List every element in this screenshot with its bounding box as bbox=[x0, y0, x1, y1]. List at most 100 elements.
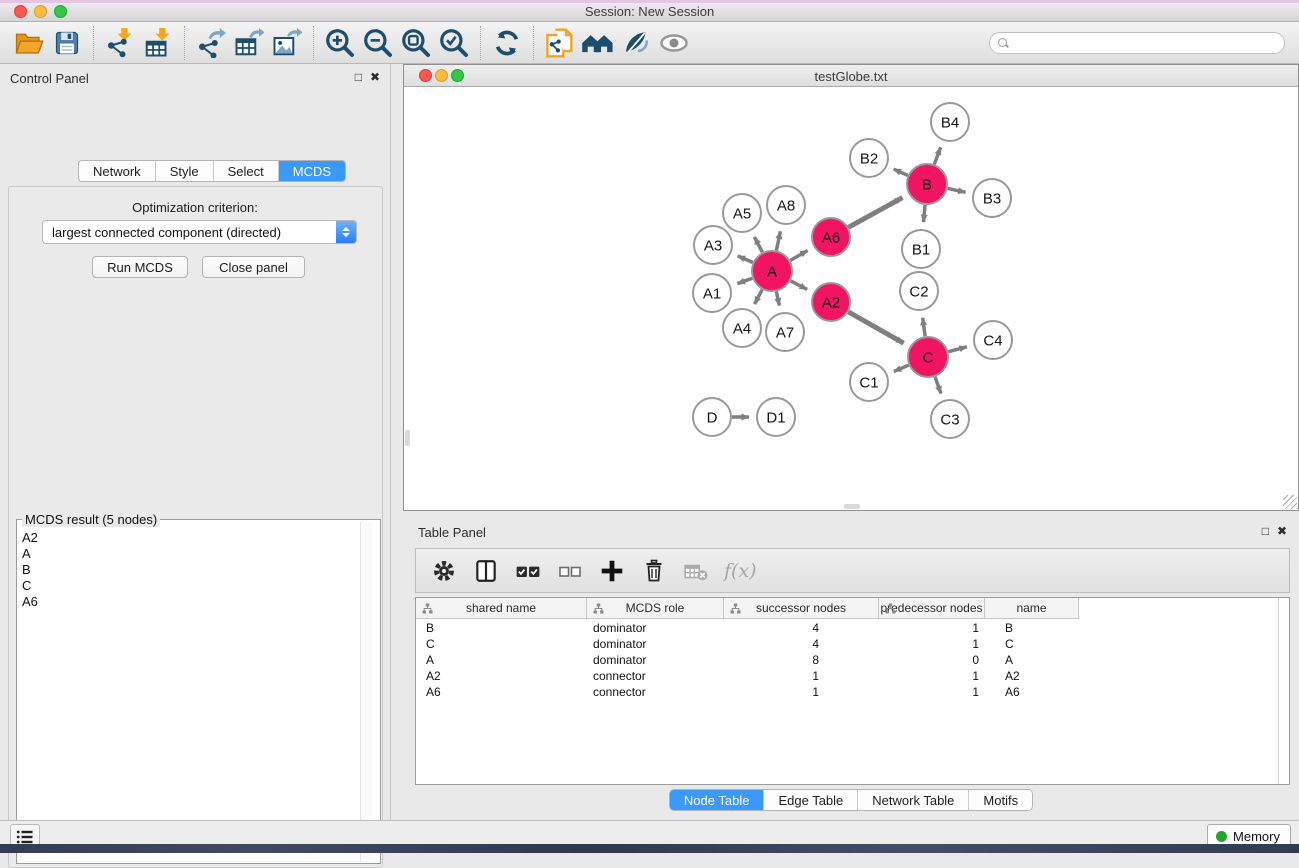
tab-mcds[interactable]: MCDS bbox=[278, 161, 345, 181]
mcds-result-item[interactable]: B bbox=[22, 562, 38, 578]
clone-network-icon[interactable] bbox=[541, 25, 579, 61]
select-all-icon[interactable] bbox=[514, 556, 542, 586]
resize-grip-icon[interactable] bbox=[1283, 495, 1297, 509]
graph-edge-A-A1[interactable] bbox=[737, 278, 752, 283]
search-field[interactable] bbox=[989, 32, 1285, 54]
graph-edge-A-A2[interactable] bbox=[791, 281, 808, 290]
graph-node-C4[interactable]: C4 bbox=[974, 321, 1012, 359]
tab-network[interactable]: Network bbox=[79, 161, 155, 181]
tab-style[interactable]: Style bbox=[155, 161, 213, 181]
table-row[interactable]: A6connector11A6 bbox=[416, 684, 1289, 700]
import-network-icon[interactable] bbox=[101, 25, 139, 61]
graph-node-B4[interactable]: B4 bbox=[931, 103, 969, 141]
graph-node-A7[interactable]: A7 bbox=[766, 313, 804, 351]
import-table-icon[interactable] bbox=[139, 25, 177, 61]
add-column-icon[interactable] bbox=[598, 556, 626, 586]
close-panel-icon[interactable]: ✖ bbox=[370, 70, 380, 84]
column-header-successor-nodes[interactable]: successor nodes bbox=[724, 598, 879, 619]
graph-node-A1[interactable]: A1 bbox=[693, 274, 731, 312]
graph-edge-A-A3[interactable] bbox=[738, 256, 753, 263]
graph-node-A6[interactable]: A6 bbox=[812, 218, 850, 256]
column-header-predecessor-nodes[interactable]: predecessor nodes bbox=[879, 598, 985, 619]
mcds-result-item[interactable]: C bbox=[22, 578, 38, 594]
export-table-icon[interactable] bbox=[230, 25, 268, 61]
graph-node-A4[interactable]: A4 bbox=[723, 309, 761, 347]
graph-edge-A-A4[interactable] bbox=[755, 290, 763, 305]
graph-edge-B-B4[interactable] bbox=[934, 147, 940, 164]
search-input[interactable] bbox=[1012, 34, 1284, 52]
column-header-shared-name[interactable]: shared name bbox=[416, 598, 587, 619]
graph-edge-B-B1[interactable] bbox=[923, 205, 925, 222]
table-row[interactable]: A2connector11A2 bbox=[416, 668, 1289, 684]
mcds-result-item[interactable]: A bbox=[22, 546, 38, 562]
criterion-dropdown[interactable]: largest connected component (directed) bbox=[42, 220, 357, 244]
graph-edge-A2-C[interactable] bbox=[848, 312, 903, 343]
graph-node-C[interactable]: C bbox=[908, 337, 948, 377]
export-image-icon[interactable] bbox=[268, 25, 306, 61]
home-icon[interactable] bbox=[579, 25, 617, 61]
delete-column-icon[interactable] bbox=[640, 556, 668, 586]
float-panel-icon[interactable]: □ bbox=[1262, 524, 1269, 538]
mcds-result-item[interactable]: A2 bbox=[22, 530, 38, 546]
table-vscroll-track[interactable] bbox=[1278, 598, 1279, 784]
column-header-MCDS-role[interactable]: MCDS role bbox=[587, 598, 724, 619]
network-vscroll-thumb[interactable] bbox=[405, 430, 410, 446]
tab-node-table[interactable]: Node Table bbox=[670, 790, 764, 810]
graph-node-D[interactable]: D bbox=[693, 398, 731, 436]
graph-edge-B-B2[interactable] bbox=[894, 169, 908, 175]
mcds-result-item[interactable]: A6 bbox=[22, 594, 38, 610]
settings-gear-icon[interactable] bbox=[430, 556, 458, 586]
hide-details-icon[interactable] bbox=[617, 25, 655, 61]
graph-node-B3[interactable]: B3 bbox=[973, 179, 1011, 217]
refresh-layout-icon[interactable] bbox=[488, 25, 526, 61]
graph-edge-A-A8[interactable] bbox=[776, 231, 780, 250]
graph-node-A3[interactable]: A3 bbox=[694, 226, 732, 264]
table-row[interactable]: Adominator80A bbox=[416, 652, 1289, 668]
network-hscroll-thumb[interactable] bbox=[844, 504, 860, 509]
graph-node-B1[interactable]: B1 bbox=[902, 230, 940, 268]
export-network-icon[interactable] bbox=[192, 25, 230, 61]
graph-edge-A-A6[interactable] bbox=[790, 250, 807, 260]
network-canvas[interactable]: A A1 A2 A3 A4 A5 A6 A7 A8 B B1 B2 B3B4 C C1 C2 C3 C4 D D1 bbox=[404, 87, 1298, 510]
tab-motifs[interactable]: Motifs bbox=[968, 790, 1032, 810]
graph-node-A[interactable]: A bbox=[752, 251, 792, 291]
column-header-name[interactable]: name bbox=[985, 598, 1079, 619]
graph-edge-B-B3[interactable] bbox=[948, 188, 966, 192]
show-details-icon[interactable] bbox=[655, 25, 693, 61]
unselect-all-icon[interactable] bbox=[556, 556, 584, 586]
graph-edge-C-C3[interactable] bbox=[935, 377, 941, 394]
graph-edge-A-A7[interactable] bbox=[776, 292, 779, 306]
table-cell: dominator bbox=[587, 621, 724, 635]
zoom-out-icon[interactable] bbox=[359, 25, 397, 61]
close-panel-button[interactable]: Close panel bbox=[202, 256, 305, 278]
mcds-scrollbar[interactable] bbox=[360, 522, 372, 861]
graph-node-B[interactable]: B bbox=[907, 164, 947, 204]
graph-node-A8[interactable]: A8 bbox=[767, 186, 805, 224]
graph-node-A2[interactable]: A2 bbox=[812, 283, 850, 321]
table-row[interactable]: Cdominator41C bbox=[416, 636, 1289, 652]
graph-node-D1[interactable]: D1 bbox=[757, 398, 795, 436]
graph-edge-C-C1[interactable] bbox=[894, 365, 909, 371]
tab-select[interactable]: Select bbox=[213, 161, 278, 181]
zoom-in-icon[interactable] bbox=[321, 25, 359, 61]
graph-node-A5[interactable]: A5 bbox=[723, 194, 761, 232]
column-visibility-icon[interactable] bbox=[472, 556, 500, 586]
graph-node-C3[interactable]: C3 bbox=[931, 400, 969, 438]
graph-node-C1[interactable]: C1 bbox=[850, 363, 888, 401]
graph-edge-A-A5[interactable] bbox=[754, 237, 762, 252]
table-row[interactable]: Bdominator41B bbox=[416, 620, 1289, 636]
graph-node-C2[interactable]: C2 bbox=[900, 272, 938, 310]
tab-edge-table[interactable]: Edge Table bbox=[763, 790, 857, 810]
float-panel-icon[interactable]: □ bbox=[355, 70, 362, 84]
zoom-fit-icon[interactable] bbox=[397, 25, 435, 61]
save-session-icon[interactable] bbox=[48, 25, 86, 61]
graph-edge-A6-B[interactable] bbox=[849, 198, 903, 228]
zoom-selected-icon[interactable] bbox=[435, 25, 473, 61]
open-file-icon[interactable] bbox=[10, 25, 48, 61]
close-panel-icon[interactable]: ✖ bbox=[1277, 524, 1287, 538]
tab-network-table[interactable]: Network Table bbox=[857, 790, 968, 810]
graph-edge-C-C2[interactable] bbox=[923, 318, 926, 336]
graph-node-B2[interactable]: B2 bbox=[850, 139, 888, 177]
run-mcds-button[interactable]: Run MCDS bbox=[92, 256, 188, 278]
graph-edge-C-C4[interactable] bbox=[948, 347, 967, 352]
